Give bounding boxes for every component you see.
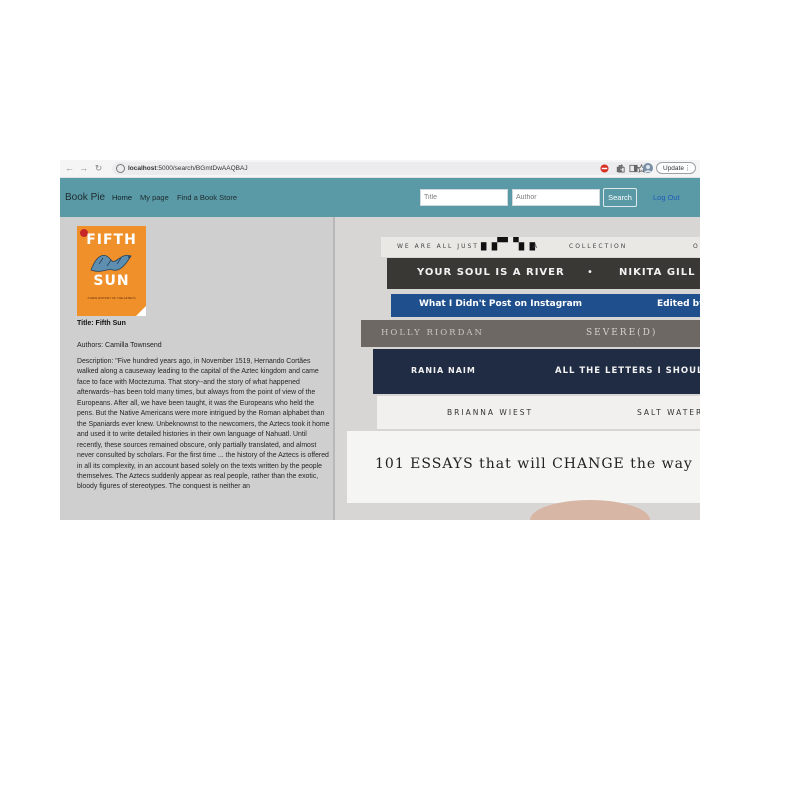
- adblock-extension-icon[interactable]: [600, 164, 609, 173]
- site-info-icon[interactable]: [116, 164, 125, 173]
- stack-book-0-text-far: OF: [693, 243, 700, 250]
- page-content: FIFTH SUN A NEW HISTORY OF THE AZTECS Ti…: [60, 217, 700, 520]
- stack-book-2-text-right: Edited by: [657, 299, 700, 309]
- stack-book-2-text-left: What I Didn't Post on Instagram: [419, 299, 583, 309]
- book-authors: Authors: Camilla Townsend: [77, 342, 162, 349]
- browser-window: ← → ↻ localhost:5000/search/BGmtDwAAQBAJ: [60, 160, 700, 520]
- stack-book-3-text-right: SEVERE(D): [586, 328, 658, 338]
- stack-book-1: YOUR SOUL IS A RIVER • NIKITA GILL: [387, 258, 700, 289]
- stack-book-6-text-left: 101 ESSAYS that will CHANGE the way: [375, 456, 693, 472]
- stack-book-0: WE ARE ALL JUST ▖▞▘▚▗ A COLLECTION OF: [381, 237, 700, 257]
- url-host: localhost: [128, 165, 157, 172]
- app-navbar: Book Pie Home My page Find a Book Store …: [60, 178, 700, 217]
- cover-title-line2: SUN: [93, 273, 130, 289]
- stack-book-2: What I Didn't Post on Instagram Edited b…: [391, 294, 700, 317]
- cover-subtitle: A NEW HISTORY OF THE AZTECS: [87, 296, 136, 300]
- update-label: Update: [663, 165, 684, 172]
- menu-kebab-icon[interactable]: ⋮: [684, 163, 691, 175]
- cover-serpent-illustration: [90, 254, 132, 272]
- reload-icon[interactable]: ↻: [93, 163, 104, 174]
- stack-book-5-text-left: BRIANNA WIEST: [447, 408, 534, 417]
- author-search-input[interactable]: [512, 189, 600, 206]
- stack-book-1-text-left: YOUR SOUL IS A RIVER: [417, 267, 565, 278]
- book-detail-panel: FIFTH SUN A NEW HISTORY OF THE AZTECS Ti…: [60, 217, 333, 520]
- stack-book-5-text-right: SALT WATER: [637, 408, 700, 417]
- hero-book-stack-image: WE ARE ALL JUST ▖▞▘▚▗ A COLLECTION OF YO…: [335, 217, 700, 520]
- stack-book-0-text-mid: A: [533, 243, 540, 250]
- nav-find-book-store-link[interactable]: Find a Book Store: [177, 178, 237, 217]
- stack-book-1-text-mid: •: [587, 267, 593, 278]
- stack-book-1-text-right: NIKITA GILL: [619, 267, 696, 278]
- book-description: Description: "Five hundred years ago, in…: [77, 358, 330, 491]
- hand-holding-books: [530, 500, 650, 520]
- stack-book-4: RANIA NAIM ALL THE LETTERS I SHOULD: [373, 349, 700, 394]
- update-button[interactable]: Update ⋮: [656, 162, 696, 174]
- forward-arrow-icon[interactable]: →: [78, 163, 89, 174]
- side-panel-icon[interactable]: [629, 164, 638, 173]
- nav-home-link[interactable]: Home: [112, 178, 132, 217]
- url-path: :5000/search/BGmtDwAAQBAJ: [156, 165, 248, 172]
- cover-title-line1: FIFTH: [86, 232, 137, 248]
- cover-page-curl: [136, 306, 146, 316]
- book-cover-image[interactable]: FIFTH SUN A NEW HISTORY OF THE AZTECS: [77, 226, 146, 316]
- title-search-input[interactable]: [420, 189, 508, 206]
- extensions-puzzle-icon[interactable]: [615, 164, 624, 173]
- back-arrow-icon[interactable]: ←: [64, 163, 75, 174]
- stack-book-5: BRIANNA WIEST SALT WATER: [377, 396, 700, 429]
- stack-book-0-text-right: COLLECTION: [569, 243, 628, 250]
- stack-book-4-text-left: RANIA NAIM: [411, 366, 476, 375]
- profile-avatar-icon[interactable]: [643, 163, 653, 173]
- stack-book-3: HOLLY RIORDAN SEVERE(D): [361, 320, 700, 347]
- book-title: Title: Fifth Sun: [77, 320, 126, 327]
- logout-link[interactable]: Log Out: [653, 178, 680, 217]
- stack-book-4-text-right: ALL THE LETTERS I SHOULD: [555, 366, 700, 376]
- search-button[interactable]: Search: [603, 188, 637, 207]
- stack-book-0-text-left: WE ARE ALL JUST: [397, 243, 479, 250]
- url-text: localhost:5000/search/BGmtDwAAQBAJ: [128, 162, 248, 175]
- brand-logo[interactable]: Book Pie: [65, 178, 105, 217]
- browser-toolbar: ← → ↻ localhost:5000/search/BGmtDwAAQBAJ: [60, 160, 700, 178]
- address-bar[interactable]: localhost:5000/search/BGmtDwAAQBAJ: [112, 162, 652, 175]
- stack-book-0-paint: ▖▞▘▚▗: [481, 237, 535, 251]
- stack-book-3-text-left: HOLLY RIORDAN: [381, 328, 484, 338]
- stack-book-6: 101 ESSAYS that will CHANGE the way: [347, 431, 700, 503]
- nav-my-page-link[interactable]: My page: [140, 178, 169, 217]
